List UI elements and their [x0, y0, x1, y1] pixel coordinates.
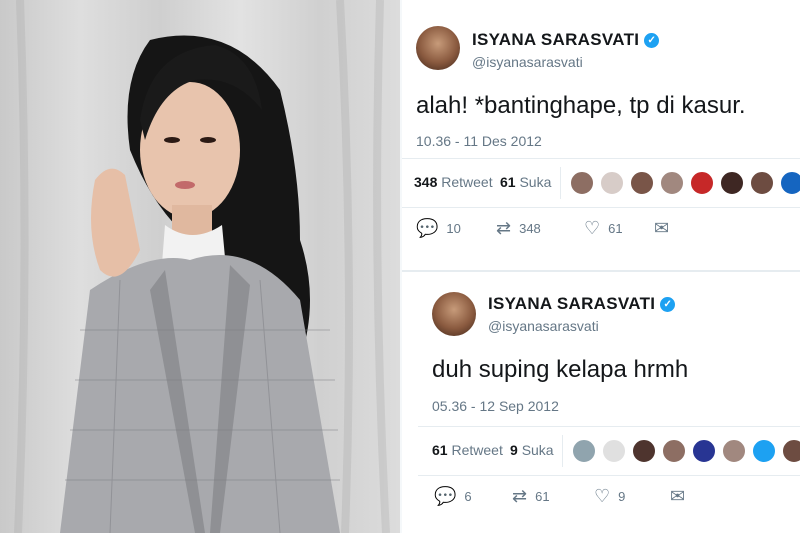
tweet-card[interactable]: ISYANA SARASVATI ✓ @isyanasarasvati alah!…	[402, 0, 800, 272]
author-handle[interactable]: @isyanasarasvati	[472, 54, 583, 70]
liker-avatar[interactable]	[632, 439, 656, 463]
likers-avatars	[572, 439, 800, 463]
tweet-timestamp[interactable]: 10.36 - 11 Des 2012	[416, 133, 542, 149]
verified-badge-icon: ✓	[644, 33, 660, 49]
reply-icon: 💬	[434, 486, 457, 506]
author-handle[interactable]: @isyanasarasvati	[488, 318, 599, 334]
liker-avatar[interactable]	[692, 439, 716, 463]
tweet-card[interactable]: ISYANA SARASVATI ✓ @isyanasarasvati duh s…	[402, 272, 800, 533]
heart-icon: ♡	[594, 486, 611, 506]
retweet-button[interactable]: ⇄ 348	[496, 218, 541, 239]
like-button[interactable]: ♡ 9	[594, 486, 625, 507]
liker-avatar[interactable]	[570, 171, 594, 195]
liker-avatar[interactable]	[602, 439, 626, 463]
tweet-text: alah! *bantinghape, tp di kasur.	[416, 92, 746, 119]
reply-count: 6	[464, 489, 472, 504]
author-name-text: ISYANA SARASVATI	[488, 294, 656, 313]
reply-count: 10	[446, 221, 461, 236]
like-stat-count: 61	[500, 174, 516, 190]
like-stat-count: 9	[510, 442, 518, 458]
retweet-stat[interactable]: 61 Retweet	[432, 442, 503, 458]
tweet-actions: 💬 10 ⇄ 348 ♡ 61 ✉	[416, 218, 796, 242]
retweet-count: 348	[519, 221, 541, 236]
retweet-icon: ⇄	[496, 218, 512, 238]
liker-avatar[interactable]	[752, 439, 776, 463]
reply-icon: 💬	[416, 218, 439, 238]
avatar[interactable]	[416, 26, 460, 70]
liker-avatar[interactable]	[750, 171, 774, 195]
like-stat-label: Suka	[521, 442, 554, 458]
retweet-stat-label: Retweet	[451, 442, 503, 458]
dm-button[interactable]: ✉	[654, 218, 677, 239]
like-count: 9	[618, 489, 626, 504]
envelope-icon: ✉	[670, 486, 686, 506]
liker-avatar[interactable]	[722, 439, 746, 463]
author-name[interactable]: ISYANA SARASVATI ✓	[488, 294, 676, 314]
liker-avatar[interactable]	[660, 171, 684, 195]
liker-avatar[interactable]	[690, 171, 714, 195]
envelope-icon: ✉	[654, 218, 670, 238]
likers-avatars	[570, 171, 800, 195]
stats-separator	[562, 435, 563, 467]
tweet-stats: 348 Retweet 61 Suka	[402, 158, 800, 208]
profile-photo	[0, 0, 400, 533]
liker-avatar[interactable]	[630, 171, 654, 195]
liker-avatar[interactable]	[720, 171, 744, 195]
liker-avatar[interactable]	[782, 439, 800, 463]
like-button[interactable]: ♡ 61	[584, 218, 623, 239]
liker-avatar[interactable]	[600, 171, 624, 195]
like-stat-label: Suka	[519, 174, 552, 190]
liker-avatar[interactable]	[780, 171, 800, 195]
dm-button[interactable]: ✉	[670, 486, 693, 507]
like-stat[interactable]: 9 Suka	[510, 442, 554, 458]
like-count: 61	[608, 221, 623, 236]
retweet-count: 61	[535, 489, 550, 504]
author-name-text: ISYANA SARASVATI	[472, 30, 640, 49]
retweet-button[interactable]: ⇄ 61	[512, 486, 550, 507]
retweet-icon: ⇄	[512, 486, 528, 506]
liker-avatar[interactable]	[662, 439, 686, 463]
reply-button[interactable]: 💬 10	[416, 218, 461, 239]
liker-avatar[interactable]	[572, 439, 596, 463]
heart-icon: ♡	[584, 218, 601, 238]
retweet-stat-count: 348	[414, 174, 438, 190]
reply-button[interactable]: 💬 6	[434, 486, 472, 507]
portrait-illustration	[14, 0, 390, 533]
tweet-actions: 💬 6 ⇄ 61 ♡ 9 ✉	[434, 486, 794, 510]
author-name[interactable]: ISYANA SARASVATI ✓	[472, 30, 660, 50]
tweet-stats: 61 Retweet 9 Suka	[418, 426, 800, 476]
avatar[interactable]	[432, 292, 476, 336]
stats-separator	[560, 167, 561, 199]
verified-badge-icon: ✓	[660, 297, 676, 313]
retweet-stat-count: 61	[432, 442, 448, 458]
like-stat[interactable]: 61 Suka	[500, 174, 551, 190]
tweet-timestamp[interactable]: 05.36 - 12 Sep 2012	[432, 398, 559, 414]
tweet-text: duh suping kelapa hrmh	[432, 356, 689, 383]
retweet-stat-label: Retweet	[441, 174, 493, 190]
retweet-stat[interactable]: 348 Retweet	[414, 174, 493, 190]
